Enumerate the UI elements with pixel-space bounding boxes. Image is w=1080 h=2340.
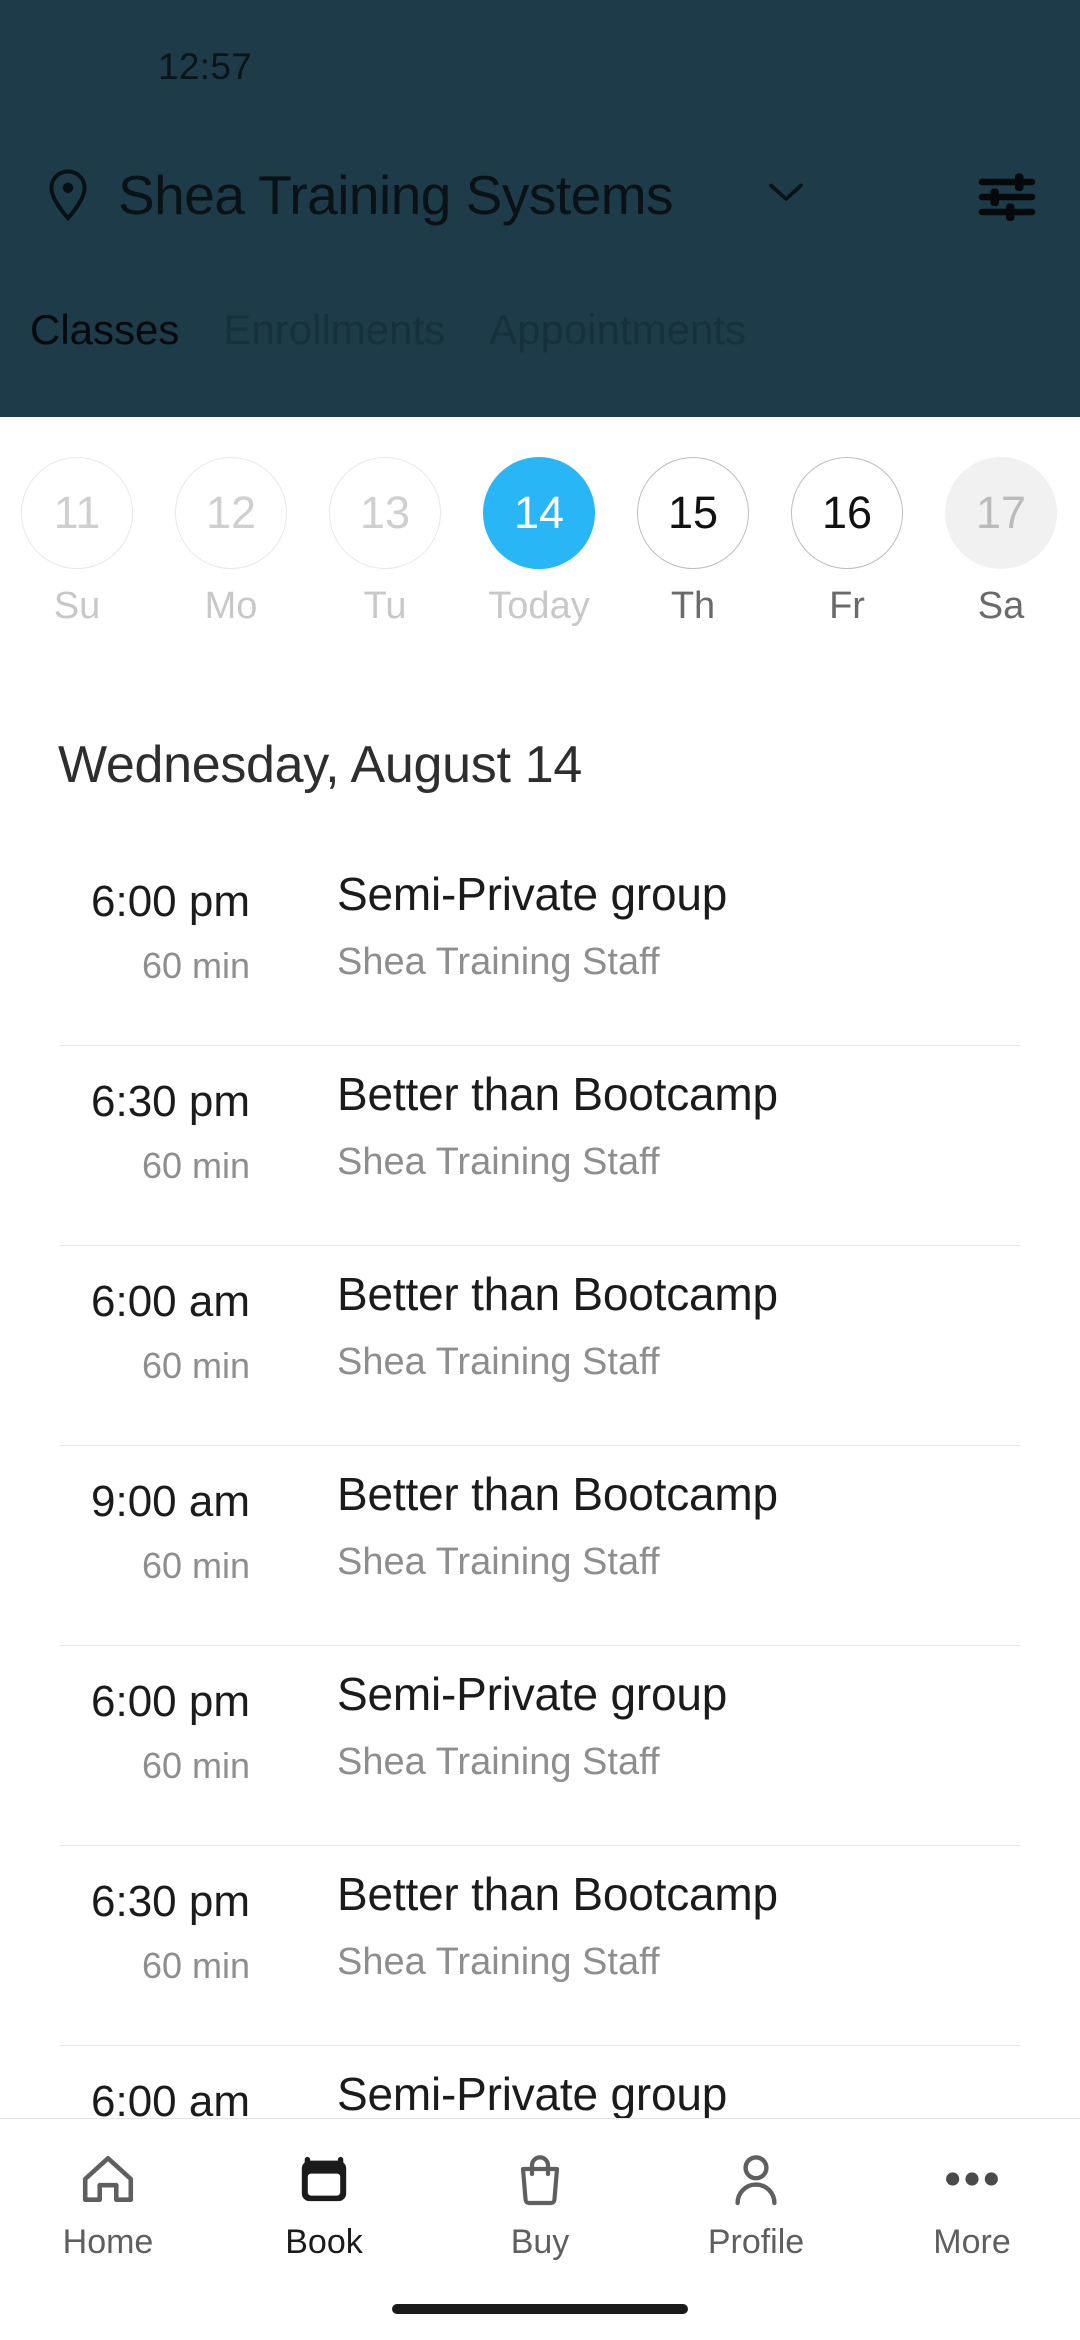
class-duration: 60 min [141, 945, 250, 986]
date-weekday-label: Sa [977, 585, 1025, 627]
class-time: 6:30 pm [91, 1877, 250, 1926]
class-instructor: Shea Training Staff [337, 1141, 660, 1183]
date-cell-16[interactable]: 16 Fr [770, 457, 924, 628]
nav-item-profile[interactable]: Profile [648, 2147, 864, 2262]
tab-appointments[interactable]: Appointments [489, 300, 746, 360]
calendar-icon [216, 2147, 432, 2211]
date-circle[interactable]: 15 [637, 457, 749, 569]
date-circle[interactable]: 12 [175, 457, 287, 569]
nav-item-book[interactable]: Book [216, 2147, 432, 2262]
class-title: Semi-Private group [337, 868, 728, 920]
class-title: Better than Bootcamp [337, 1868, 778, 1920]
status-bar-clock: 12:57 [158, 46, 253, 87]
nav-item-home[interactable]: Home [0, 2147, 216, 2262]
site-name[interactable]: Shea Training Systems [118, 145, 674, 245]
status-bar: 12:57 [0, 0, 1080, 112]
page-title: Wednesday, August 14 [58, 736, 583, 794]
class-duration: 60 min [141, 1745, 250, 1786]
date-circle[interactable]: 16 [791, 457, 903, 569]
nav-item-more[interactable]: More [864, 2147, 1080, 2262]
class-row[interactable]: 6:00 am 60 min Semi-Private group Shea T… [0, 2045, 1080, 2120]
class-list[interactable]: 6:00 pm 60 min Semi-Private group Shea T… [0, 845, 1080, 2120]
shopping-bag-icon [432, 2147, 648, 2211]
class-time: 6:00 pm [91, 1677, 250, 1726]
date-cell-11[interactable]: 11 Su [0, 457, 154, 628]
filter-sliders-icon[interactable] [972, 167, 1042, 227]
class-time: 6:00 am [91, 2077, 250, 2120]
class-duration: 60 min [141, 1945, 250, 1986]
home-icon [0, 2147, 216, 2211]
class-row[interactable]: 6:30 pm 60 min Better than Bootcamp Shea… [0, 1045, 1080, 1245]
date-weekday-label: Fr [829, 585, 865, 627]
date-circle[interactable]: 17 [945, 457, 1057, 569]
header-main: Shea Training Systems [0, 145, 1080, 275]
date-weekday-label: Mo [204, 585, 258, 627]
class-row[interactable]: 6:30 pm 60 min Better than Bootcamp Shea… [0, 1845, 1080, 2045]
date-cell-12[interactable]: 12 Mo [154, 457, 308, 628]
ellipsis-icon [864, 2147, 1080, 2211]
class-time: 9:00 am [91, 1477, 250, 1526]
nav-label: More [933, 2223, 1011, 2261]
chevron-down-icon[interactable] [768, 182, 804, 204]
person-icon [648, 2147, 864, 2211]
class-time: 6:00 am [91, 1277, 250, 1326]
date-weekday-label: Today [488, 585, 590, 627]
class-duration: 60 min [141, 1145, 250, 1186]
tab-enrollments[interactable]: Enrollments [223, 300, 445, 360]
bottom-navigation: Home Book Buy Profile More [0, 2118, 1080, 2340]
class-time: 6:00 pm [91, 877, 250, 926]
date-circle[interactable]: 11 [21, 457, 133, 569]
class-title: Better than Bootcamp [337, 1068, 778, 1120]
nav-item-buy[interactable]: Buy [432, 2147, 648, 2262]
date-cell-14-today[interactable]: 14 Today [462, 457, 616, 628]
date-cell-13[interactable]: 13 Tu [308, 457, 462, 628]
date-circle[interactable]: 13 [329, 457, 441, 569]
class-instructor: Shea Training Staff [337, 1541, 660, 1583]
tab-classes[interactable]: Classes [0, 300, 179, 360]
class-row[interactable]: 6:00 pm 60 min Semi-Private group Shea T… [0, 845, 1080, 1045]
date-weekday-label: Su [53, 585, 101, 627]
date-strip: 11 Su 12 Mo 13 Tu 14 Today 15 Th 16 Fr 1… [0, 417, 1080, 687]
class-time: 6:30 pm [91, 1077, 250, 1126]
class-duration: 60 min [141, 1545, 250, 1586]
class-instructor: Shea Training Staff [337, 1941, 660, 1983]
class-title: Semi-Private group [337, 2068, 728, 2120]
header-tabs: Classes Enrollments Appointments [0, 300, 1080, 390]
class-instructor: Shea Training Staff [337, 1341, 660, 1383]
nav-label: Profile [707, 2223, 805, 2261]
date-circle-selected[interactable]: 14 [483, 457, 595, 569]
class-instructor: Shea Training Staff [337, 941, 660, 983]
class-title: Better than Bootcamp [337, 1268, 778, 1320]
home-indicator[interactable] [392, 2304, 688, 2314]
app-header: 12:57 Shea Training Systems Classes Enro… [0, 0, 1080, 417]
app-screen: 12:57 Shea Training Systems Classes Enro… [0, 0, 1080, 2340]
class-row[interactable]: 6:00 am 60 min Better than Bootcamp Shea… [0, 1245, 1080, 1445]
class-duration: 60 min [141, 1345, 250, 1386]
date-weekday-label: Tu [363, 585, 407, 627]
class-row[interactable]: 9:00 am 60 min Better than Bootcamp Shea… [0, 1445, 1080, 1645]
class-row[interactable]: 6:00 pm 60 min Semi-Private group Shea T… [0, 1645, 1080, 1845]
date-weekday-label: Th [670, 585, 716, 627]
nav-label: Home [62, 2223, 154, 2261]
date-cell-15[interactable]: 15 Th [616, 457, 770, 628]
nav-label: Book [285, 2223, 363, 2261]
location-pin-icon [44, 169, 92, 222]
class-instructor: Shea Training Staff [337, 1741, 660, 1783]
date-cell-17[interactable]: 17 Sa [924, 457, 1078, 628]
class-title: Semi-Private group [337, 1668, 728, 1720]
class-title: Better than Bootcamp [337, 1468, 778, 1520]
nav-label: Buy [510, 2223, 570, 2261]
